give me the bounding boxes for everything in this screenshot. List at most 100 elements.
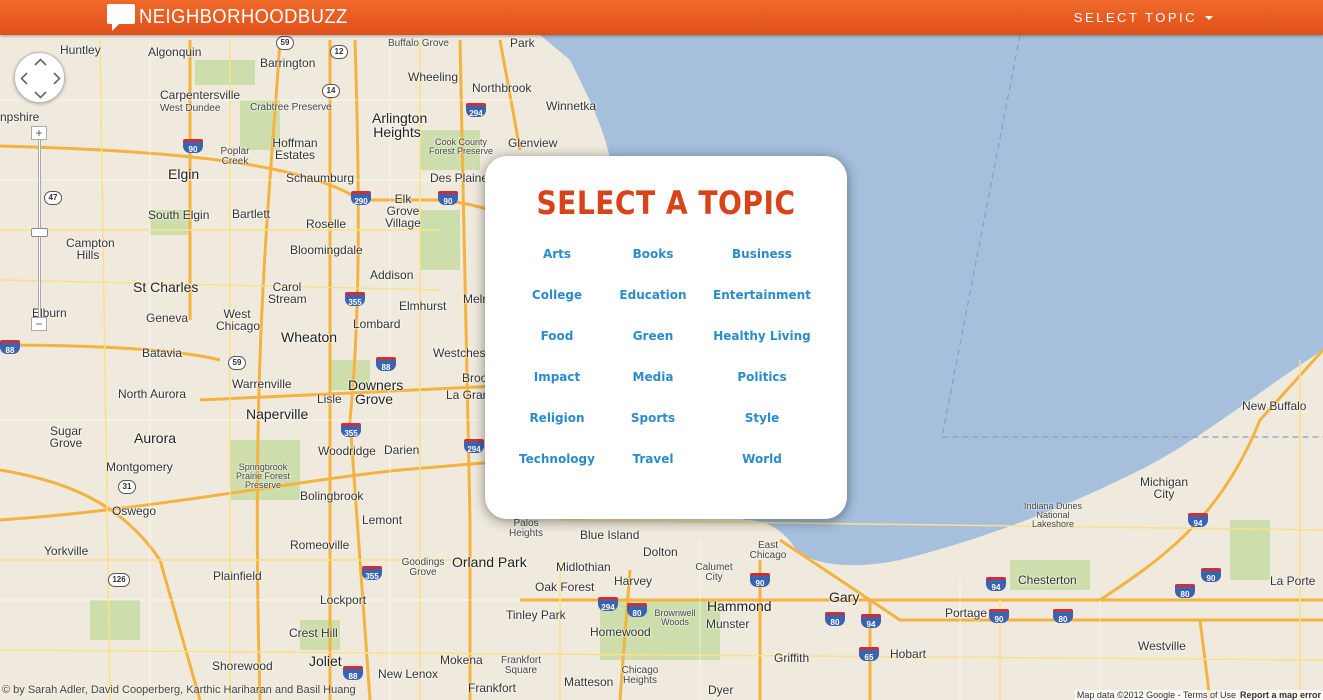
topic-business-link[interactable]: Business [699, 246, 825, 287]
map-place-label: Blue Island [580, 528, 640, 542]
map-place-label: Plainfield [213, 569, 262, 583]
map-place-label: Montgomery [106, 460, 173, 474]
map-place-label: Hoffman Estates [272, 136, 318, 162]
map-place-label: St Charles [133, 279, 199, 295]
map-place-label: Oswego [112, 504, 157, 518]
map-place-label: Arlington Heights [372, 110, 428, 140]
map-place-label: Frankfort Square [500, 655, 541, 676]
map-place-label: Brownwell Woods [654, 608, 696, 627]
topic-books-link[interactable]: Books [607, 246, 699, 287]
pan-arrows-icon [20, 58, 61, 99]
topic-religion-link[interactable]: Religion [507, 410, 607, 451]
route-shield: 31 [118, 480, 136, 494]
topic-style-link[interactable]: Style [699, 410, 825, 451]
interstate-shield: 90 [1201, 568, 1221, 583]
map-place-label: Chicago Heights [621, 665, 659, 686]
route-shield: 59 [228, 356, 246, 370]
map-place-label: Downers Grove [348, 377, 404, 407]
speech-bubble-icon [106, 2, 136, 32]
map-place-label: Schaumburg [286, 171, 355, 185]
map-place-label: Elk Grove Village [385, 192, 421, 230]
topic-media-link[interactable]: Media [607, 369, 699, 410]
map-place-label: Lemont [362, 513, 403, 527]
interstate-shield: 90 [989, 609, 1009, 624]
map-place-label: Portage [945, 606, 988, 620]
map-place-label: Algonquin [148, 45, 202, 59]
map-place-label: Naperville [246, 406, 309, 422]
interstate-shield: 355 [341, 423, 361, 438]
map-place-label: Lisle [317, 392, 342, 406]
map-place-label: Barrington [260, 56, 316, 70]
map-place-label: Harvey [614, 574, 653, 588]
map-place-label: Woodridge [318, 444, 376, 458]
map-place-label: Warrenville [232, 377, 292, 391]
map-place-label: Griffith [774, 651, 810, 665]
modal-title: SELECT A TOPIC [536, 184, 796, 222]
map-place-label: Lombard [353, 317, 401, 331]
map-place-label: Michigan City [1140, 475, 1189, 501]
topic-entertainment-link[interactable]: Entertainment [699, 287, 825, 328]
topic-education-link[interactable]: Education [607, 287, 699, 328]
map-place-label: Carpentersville [160, 88, 241, 102]
topic-selection-modal: SELECT A TOPIC Arts Books Business Colle… [485, 156, 847, 519]
topic-world-link[interactable]: World [699, 451, 825, 492]
map-place-label: West Chicago [216, 307, 261, 333]
zoom-slider-track[interactable] [38, 128, 41, 324]
interstate-shield: 294 [464, 439, 484, 454]
map-place-label: Wheaton [281, 329, 338, 345]
interstate-shield: 80 [1053, 609, 1073, 624]
report-map-error-link[interactable]: Report a map error [1240, 690, 1321, 700]
map-data-attribution[interactable]: Map data ©2012 Google - Terms of Use [1077, 690, 1236, 700]
topic-politics-link[interactable]: Politics [699, 369, 825, 410]
map-attribution: Map data ©2012 Google - Terms of Use Rep… [1074, 690, 1323, 700]
interstate-shield: 80 [1175, 584, 1195, 599]
map-place-label: Dyer [708, 683, 734, 697]
topic-college-link[interactable]: College [507, 287, 607, 328]
route-shield: 59 [276, 36, 294, 50]
topic-grid: Arts Books Business College Education En… [507, 246, 825, 492]
zoom-in-button[interactable]: + [31, 126, 47, 140]
topic-food-link[interactable]: Food [507, 328, 607, 369]
map-place-label: South Elgin [148, 208, 210, 222]
route-shield: 47 [44, 191, 62, 205]
map-place-label: Geneva [146, 311, 189, 325]
select-topic-label: SELECT TOPIC [1073, 10, 1197, 25]
map-place-label: Shorewood [212, 659, 273, 673]
map-place-label: Crest Hill [289, 626, 338, 640]
map-place-label: npshire [0, 110, 40, 124]
map-place-label: Indiana Dunes National Lakeshore [1023, 501, 1083, 529]
interstate-shield: 80 [825, 612, 845, 627]
map-place-label: Oak Forest [535, 580, 595, 594]
topic-impact-link[interactable]: Impact [507, 369, 607, 410]
map-place-label: Carol Stream [268, 280, 307, 306]
interstate-shield: 94 [861, 614, 881, 629]
map-place-label: La Porte [1270, 574, 1316, 588]
map-place-label: Park [510, 36, 535, 50]
zoom-slider-handle[interactable] [31, 228, 48, 237]
map-place-label: Addison [370, 268, 414, 282]
zoom-out-button[interactable]: − [31, 317, 47, 331]
map-place-label: Crabtree Preserve [250, 102, 332, 113]
interstate-shield: 294 [598, 597, 618, 612]
topic-travel-link[interactable]: Travel [607, 451, 699, 492]
brand-logo[interactable]: NEIGHBORHOODBUZZ [106, 2, 366, 32]
map-place-label: New Buffalo [1242, 399, 1307, 413]
map-place-label: Dolton [643, 545, 678, 559]
map-place-label: Munster [706, 617, 750, 631]
map-place-label: Poplar Creek [220, 146, 250, 167]
map-place-label: Joliet [309, 653, 342, 669]
map-pan-control[interactable] [14, 52, 65, 103]
topic-arts-link[interactable]: Arts [507, 246, 607, 287]
map-place-label: Cook County Forest Preserve [428, 137, 494, 156]
map-place-label: Elmhurst [399, 299, 447, 313]
topic-technology-link[interactable]: Technology [507, 451, 607, 492]
select-topic-dropdown[interactable]: SELECT TOPIC [1074, 10, 1213, 25]
map-place-label: West Dundee [160, 103, 221, 114]
topic-sports-link[interactable]: Sports [607, 410, 699, 451]
interstate-shield: 94 [1188, 513, 1208, 528]
map-place-label: Broo [462, 371, 488, 385]
map-place-label: Tinley Park [506, 608, 566, 622]
map-place-label: New Lenox [378, 667, 439, 681]
topic-healthy-living-link[interactable]: Healthy Living [699, 328, 825, 369]
topic-green-link[interactable]: Green [607, 328, 699, 369]
